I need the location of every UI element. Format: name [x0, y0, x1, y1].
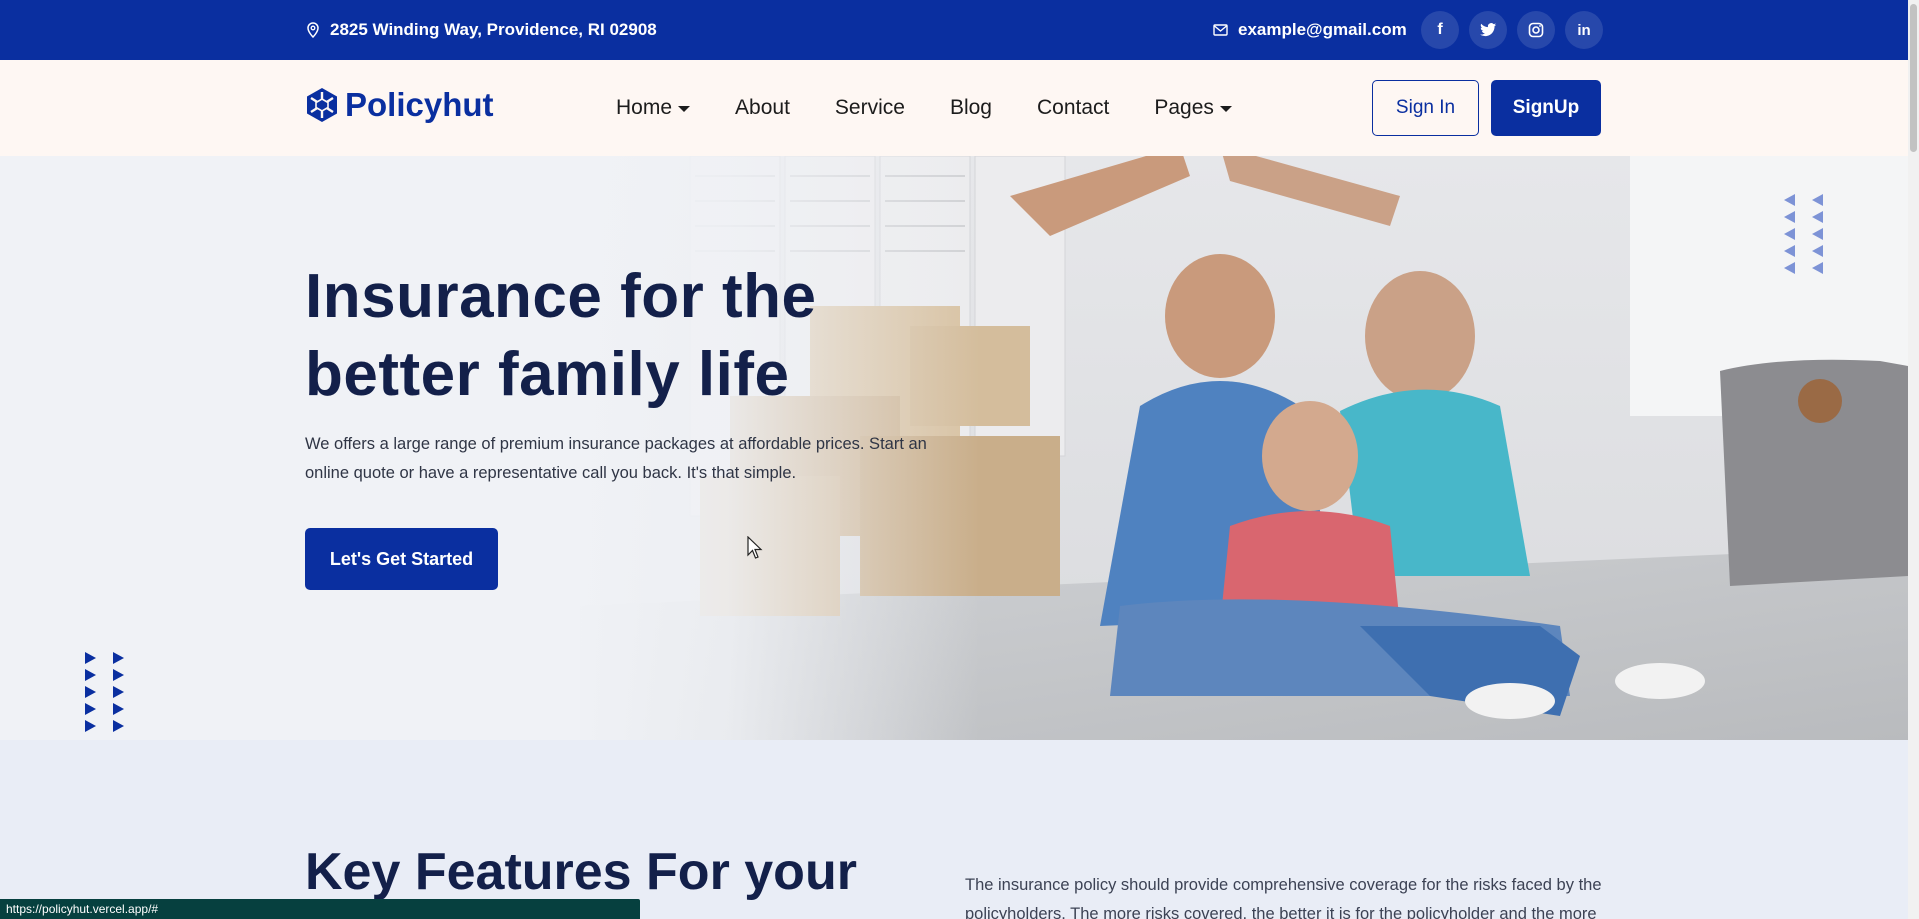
envelope-icon: [1213, 24, 1228, 36]
address-text: 2825 Winding Way, Providence, RI 02908: [330, 20, 657, 39]
nav-item-service[interactable]: Service: [835, 96, 905, 120]
brand-logo[interactable]: Policyhut: [305, 84, 494, 126]
nav-label-contact: Contact: [1036, 96, 1110, 119]
key-features-section: Key Features For your The insurance poli…: [0, 740, 1908, 919]
brand-name: Policyhut: [345, 86, 494, 123]
email-text: example@gmail.com: [1238, 20, 1407, 39]
sign-up-button[interactable]: SignUp: [1491, 80, 1601, 136]
policyhut-logo-icon: [307, 88, 337, 122]
nav-item-blog[interactable]: Blog: [950, 96, 992, 120]
social-links: f in: [1421, 11, 1603, 49]
hero-subtitle: We offers a large range of premium insur…: [305, 435, 927, 482]
location-pin-icon: [307, 22, 319, 38]
instagram-icon[interactable]: [1517, 11, 1555, 49]
caret-down-icon: [1219, 106, 1232, 112]
twitter-icon[interactable]: [1469, 11, 1507, 49]
nav-item-about[interactable]: About: [735, 96, 790, 120]
top-info-bar: 2825 Winding Way, Providence, RI 02908 e…: [0, 0, 1908, 60]
main-navbar: Policyhut Home About Service Blog Contac…: [0, 60, 1908, 156]
email-block[interactable]: example@gmail.com: [1213, 0, 1407, 60]
address-block: 2825 Winding Way, Providence, RI 02908: [306, 0, 657, 60]
hero-title: Insurance for the better family life: [305, 262, 817, 409]
nav-item-home[interactable]: Home: [616, 96, 691, 120]
nav-label-about: About: [735, 96, 790, 119]
facebook-icon[interactable]: f: [1421, 11, 1459, 49]
features-title: Key Features For your: [305, 843, 857, 901]
nav-label-home: Home: [616, 96, 673, 119]
sign-in-button[interactable]: Sign In: [1372, 80, 1479, 136]
browser-status-url: https://policyhut.vercel.app/#: [0, 899, 640, 919]
features-description: The insurance policy should provide comp…: [965, 876, 1602, 919]
nav-item-contact[interactable]: Contact: [1037, 96, 1109, 120]
scrollbar-thumb[interactable]: [1910, 4, 1917, 152]
nav-label-pages: Pages: [1154, 96, 1214, 119]
get-started-button[interactable]: Let's Get Started: [305, 528, 498, 590]
nav-menu: Home About Service Blog Contact Pages: [616, 60, 1232, 156]
caret-down-icon: [678, 106, 691, 112]
hero-section: Insurance for the better family life We …: [0, 156, 1908, 740]
nav-label-blog: Blog: [949, 96, 992, 119]
linkedin-icon[interactable]: in: [1565, 11, 1603, 49]
nav-item-pages[interactable]: Pages: [1154, 96, 1232, 120]
mouse-cursor-icon: [747, 536, 763, 559]
nav-label-service: Service: [834, 96, 905, 119]
decor-triangles-left: [85, 652, 141, 732]
decor-triangles-right: [1784, 194, 1840, 274]
